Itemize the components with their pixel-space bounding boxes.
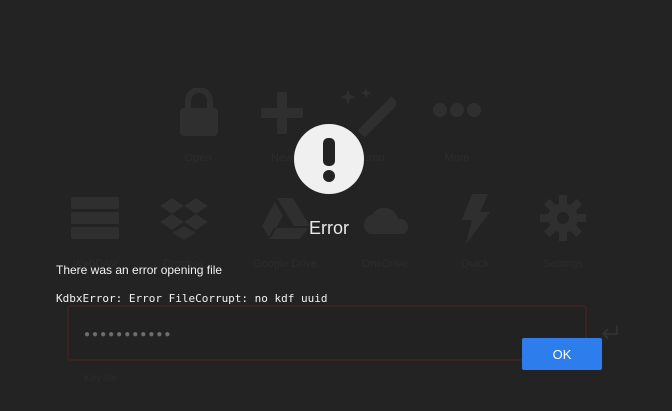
password-dots: ●●●●●●●●●●● (84, 329, 173, 340)
tile-label-google-drive: Google Drive (252, 258, 318, 270)
exclamation-icon (294, 124, 364, 194)
gear-icon (540, 195, 586, 241)
keyfile-label: Key file (84, 373, 117, 384)
server-icon (71, 197, 119, 239)
tile-label-settings: Settings (543, 258, 583, 270)
more-icon (433, 103, 481, 117)
enter-arrow-icon: ↵ (601, 318, 623, 348)
modal-title: Error (309, 218, 349, 238)
ok-button[interactable]: OK (522, 338, 602, 370)
tile-label-open: Open (184, 152, 212, 164)
modal-error-details: KdbxError: Error FileCorrupt: no kdf uui… (56, 292, 328, 305)
tile-label-more: More (444, 152, 470, 164)
dropbox-icon (160, 198, 208, 240)
lock-icon (180, 88, 218, 136)
flash-icon (462, 194, 490, 244)
tile-label-quick: Quick (460, 258, 490, 270)
modal-message: There was an error opening file (56, 263, 223, 277)
app-window: Open New Demo More WebDAV Dropbox Google… (0, 0, 672, 411)
tile-label-onedrive: OneDrive (361, 258, 409, 270)
